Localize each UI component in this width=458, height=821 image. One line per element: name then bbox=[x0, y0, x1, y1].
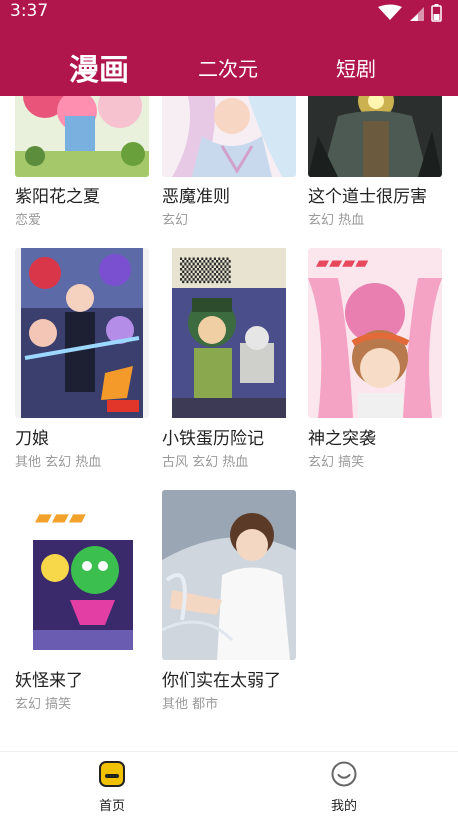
comic-title: 紫阳花之夏 bbox=[15, 187, 100, 207]
tab-short-drama[interactable]: 短剧 bbox=[336, 53, 376, 82]
nav-home[interactable]: 首页 bbox=[52, 752, 172, 821]
comic-tags: 玄幻 搞笑 bbox=[308, 455, 365, 470]
svg-text:▰▰▰: ▰▰▰ bbox=[35, 505, 86, 530]
comic-cover: ▰▰▰▰ bbox=[308, 248, 442, 418]
status-icons bbox=[370, 4, 450, 22]
top-tab-bar: 漫画 二次元 短剧 bbox=[0, 26, 458, 96]
comic-tags: 其他 玄幻 热血 bbox=[15, 455, 102, 470]
comic-title: 恶魔准则 bbox=[162, 187, 230, 207]
comic-tags: 恋爱 bbox=[15, 213, 42, 228]
tab-anime[interactable]: 二次元 bbox=[198, 53, 258, 82]
comic-cover: ▰▰▰ bbox=[15, 490, 149, 660]
battery-icon bbox=[431, 4, 442, 22]
comic-cover bbox=[308, 96, 442, 177]
comic-tags: 玄幻 热血 bbox=[308, 213, 365, 228]
bottom-navigation: 首页 我的 bbox=[0, 751, 458, 821]
status-time: 3:37 bbox=[10, 1, 49, 21]
smiley-icon bbox=[331, 761, 357, 787]
comic-title: 妖怪来了 bbox=[15, 671, 83, 691]
comic-cover: ▒▒▒ bbox=[162, 248, 296, 418]
status-bar: 3:37 bbox=[0, 0, 458, 26]
comic-cover bbox=[162, 490, 296, 660]
svg-text:▒▒▒: ▒▒▒ bbox=[180, 257, 232, 284]
comic-cover bbox=[162, 96, 296, 177]
comic-tags: 其他 都市 bbox=[162, 697, 219, 712]
comic-tags: 玄幻 搞笑 bbox=[15, 697, 72, 712]
comic-cover bbox=[15, 96, 149, 177]
nav-home-label: 首页 bbox=[98, 799, 125, 814]
wifi-icon bbox=[378, 4, 402, 20]
comic-title: 你们实在太弱了 bbox=[162, 671, 281, 691]
comic-title: 刀娘 bbox=[15, 429, 49, 449]
nav-profile-label: 我的 bbox=[330, 799, 357, 814]
comic-title: 小铁蛋历险记 bbox=[162, 429, 264, 449]
comic-title: 神之突袭 bbox=[308, 429, 376, 449]
svg-text:▰▰▰▰: ▰▰▰▰ bbox=[316, 253, 369, 273]
nav-profile[interactable]: 我的 bbox=[284, 752, 404, 821]
comic-tags: 玄幻 bbox=[162, 213, 189, 228]
comic-grid[interactable]: 紫阳花之夏 恋爱 恶魔准则 玄幻 这个道士很厉害 玄幻 热血 刀娘 其他 玄幻 … bbox=[0, 96, 458, 751]
comic-title: 这个道士很厉害 bbox=[308, 187, 427, 207]
tab-comics[interactable]: 漫画 bbox=[69, 45, 129, 89]
home-icon bbox=[99, 761, 125, 787]
signal-icon bbox=[410, 7, 424, 21]
comic-tags: 古风 玄幻 热血 bbox=[162, 455, 249, 470]
comic-cover bbox=[15, 248, 149, 418]
